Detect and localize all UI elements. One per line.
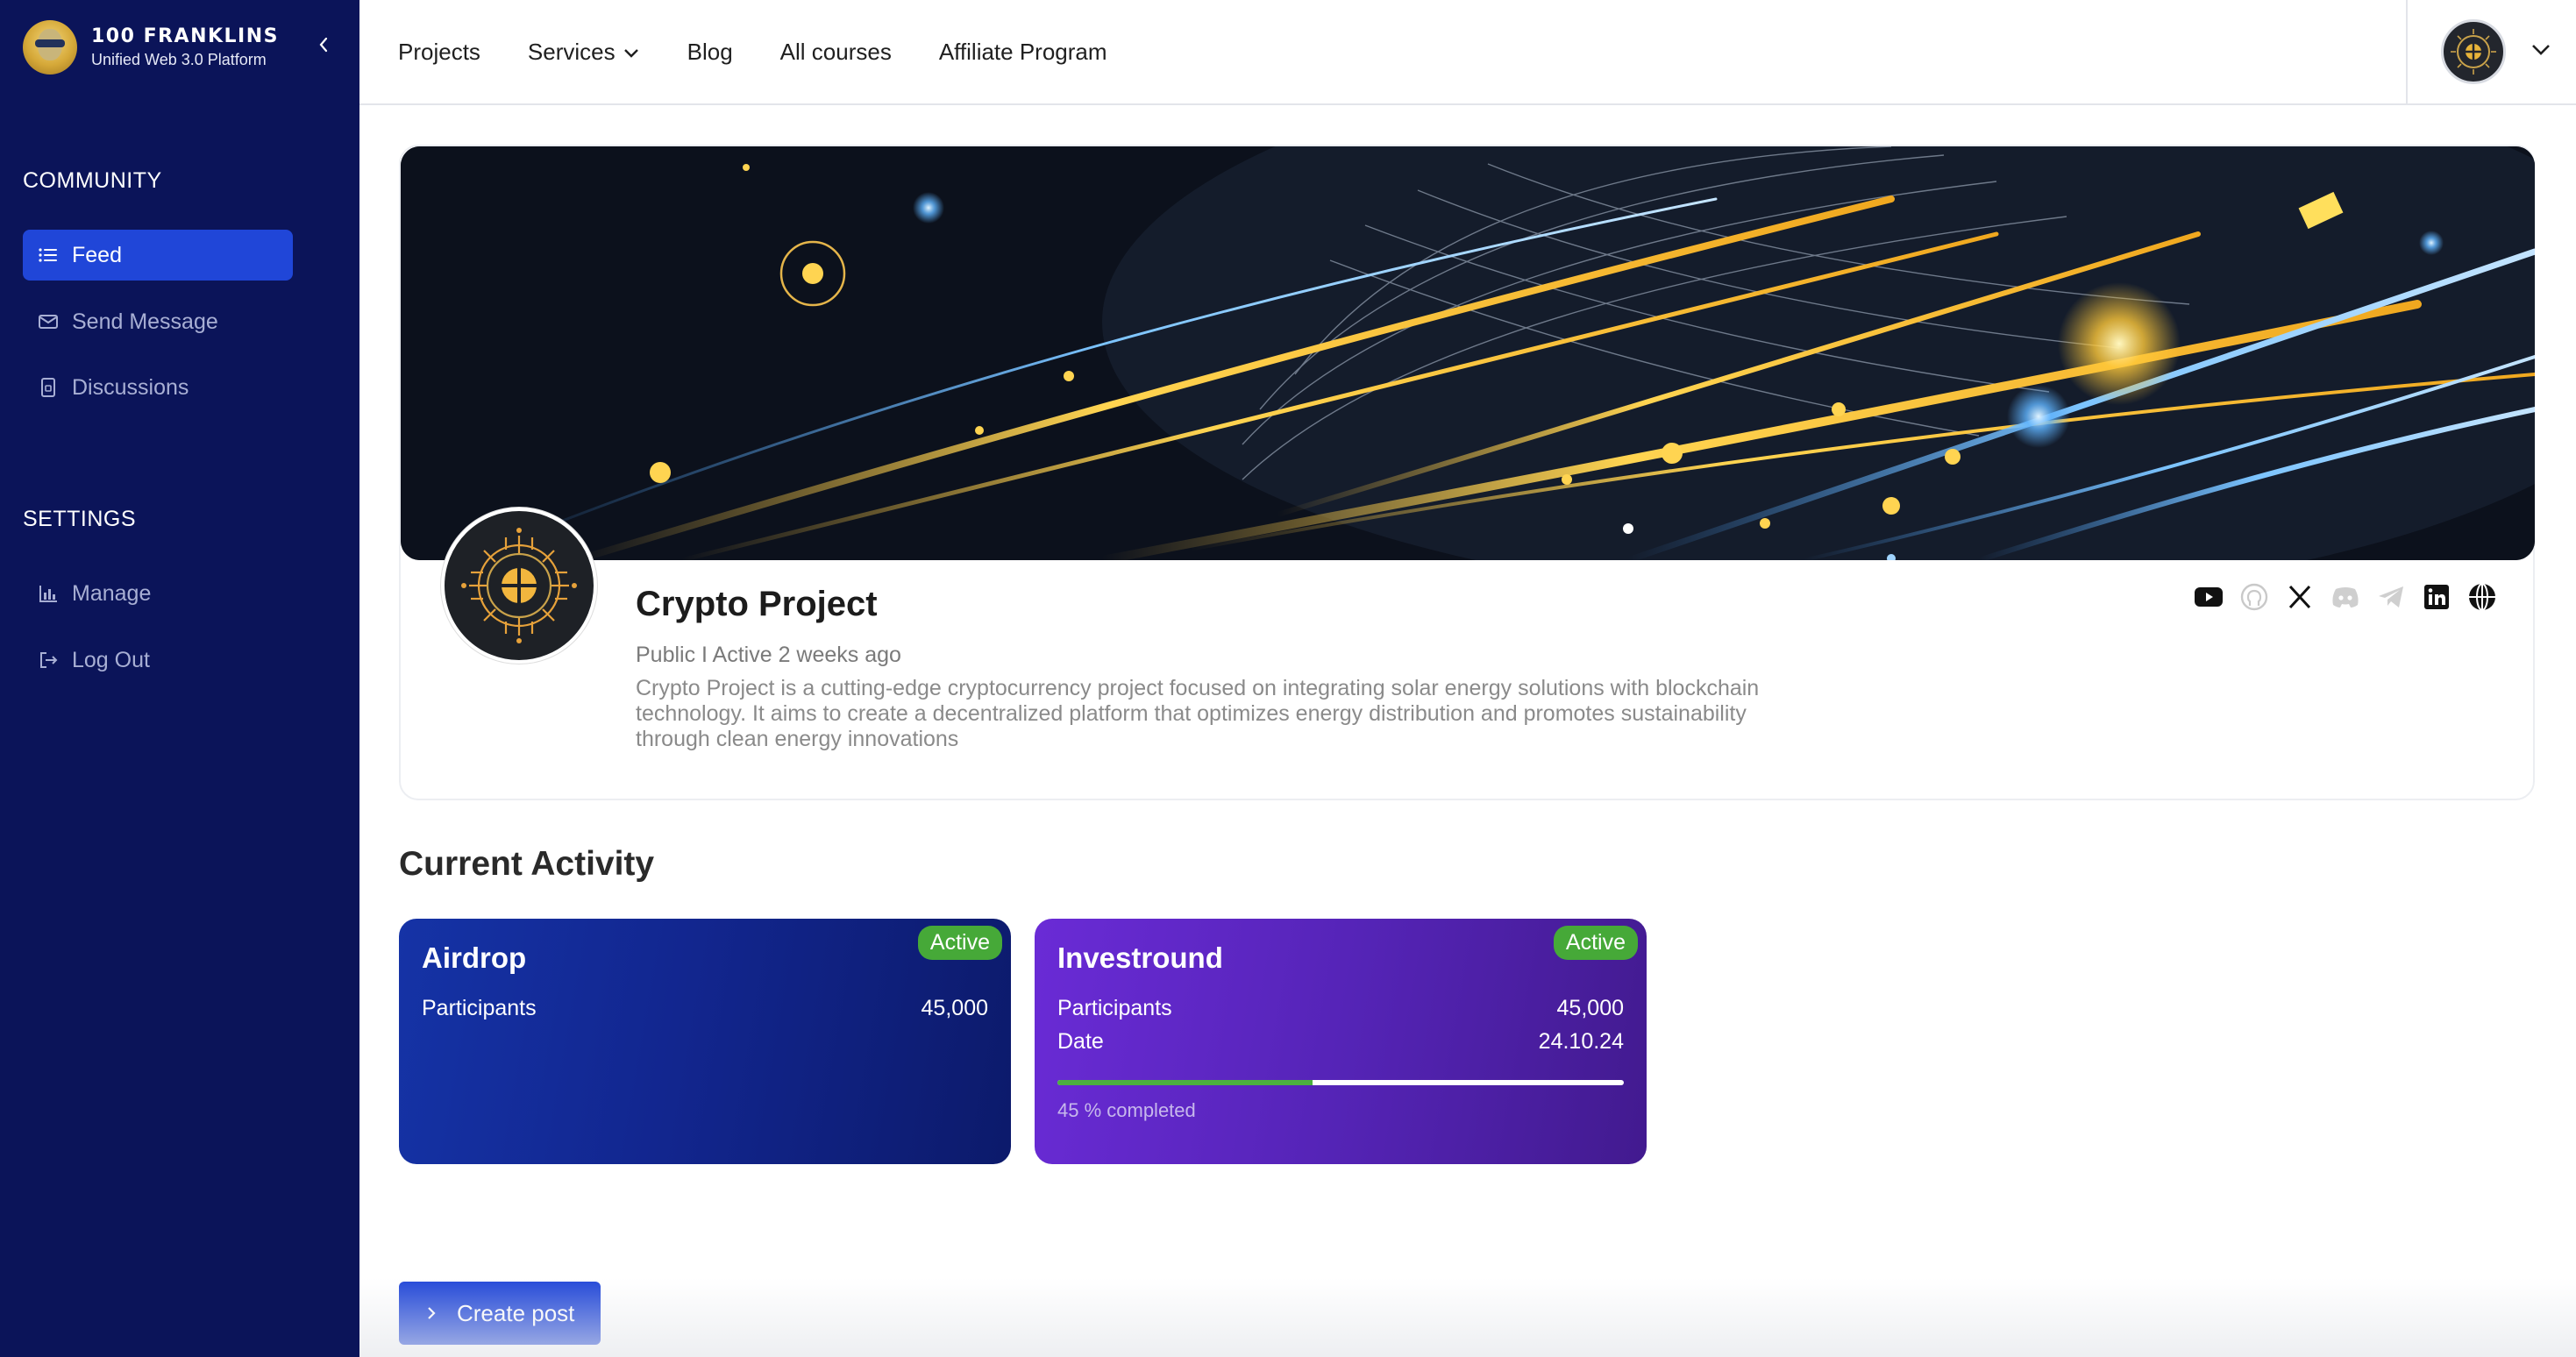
row-label: Date	[1057, 1029, 1104, 1054]
envelope-icon	[37, 310, 60, 333]
brand[interactable]: 100 FRANKLINS Unified Web 3.0 Platform	[23, 19, 279, 75]
sidebar-item-feed[interactable]: Feed	[23, 230, 293, 281]
activity-card-investround[interactable]: Investround Active Participants 45,000 D…	[1035, 919, 1647, 1164]
row-label: Participants	[1057, 996, 1172, 1020]
create-post-button[interactable]: Create post	[399, 1282, 601, 1345]
chevron-right-icon	[425, 1305, 438, 1321]
bottom-fade	[359, 1278, 2576, 1357]
sidebar-item-send-message[interactable]: Send Message	[23, 296, 293, 347]
chevron-down-icon	[2530, 43, 2551, 61]
globe-icon[interactable]	[2466, 581, 2498, 613]
sidebar-item-label: Send Message	[72, 309, 218, 334]
project-card: Crypto Project Public I Active 2 weeks a…	[399, 145, 2535, 800]
nav-projects[interactable]: Projects	[398, 39, 480, 66]
nav-blog[interactable]: Blog	[687, 39, 733, 66]
brand-title: 100 FRANKLINS	[91, 25, 279, 47]
row-label: Participants	[422, 996, 537, 1020]
activity-row: Participants 45,000	[1057, 996, 1624, 1021]
sidebar-item-label: Log Out	[72, 647, 150, 672]
community-section-title: COMMUNITY	[23, 168, 162, 193]
chevron-down-icon	[623, 39, 640, 66]
sidebar-item-label: Feed	[72, 242, 122, 267]
brand-subtitle: Unified Web 3.0 Platform	[91, 51, 267, 68]
sidebar-item-label: Discussions	[72, 374, 189, 400]
activity-name: Investround	[1057, 941, 1223, 974]
collapse-sidebar-button[interactable]	[312, 33, 335, 56]
activity-row: Participants 45,000	[422, 996, 988, 1021]
progress-fill	[1057, 1080, 1313, 1085]
list-icon	[37, 244, 60, 266]
row-value: 45,000	[1556, 996, 1624, 1020]
social-links	[2179, 581, 2498, 613]
logout-icon	[37, 649, 60, 671]
bar-chart-icon	[37, 582, 60, 605]
top-bar: Projects Services Blog All courses Affil…	[359, 0, 2576, 105]
discord-icon[interactable]	[2330, 581, 2361, 613]
linkedin-icon[interactable]	[2421, 581, 2452, 613]
profile-menu[interactable]	[2406, 0, 2576, 103]
row-value: 45,000	[921, 996, 988, 1020]
github-icon[interactable]	[2238, 581, 2270, 613]
nav-affiliate-program[interactable]: Affiliate Program	[939, 39, 1107, 66]
settings-section-title: SETTINGS	[23, 507, 137, 531]
sidebar: 100 FRANKLINS Unified Web 3.0 Platform C…	[0, 0, 359, 1357]
avatar	[2441, 19, 2506, 84]
main-content: Crypto Project Public I Active 2 weeks a…	[359, 105, 2576, 1357]
project-meta: Public I Active 2 weeks ago	[636, 643, 901, 667]
sidebar-item-discussions[interactable]: Discussions	[23, 362, 293, 413]
chevron-left-icon	[319, 37, 328, 53]
project-banner	[401, 146, 2535, 560]
progress-label: 45 % completed	[1057, 1099, 1196, 1121]
nav-all-courses[interactable]: All courses	[780, 39, 892, 66]
project-logo	[441, 508, 597, 664]
activity-card-airdrop[interactable]: Airdrop Active Participants 45,000	[399, 919, 1011, 1164]
create-post-label: Create post	[457, 1299, 575, 1326]
document-icon	[37, 376, 60, 399]
top-nav: Projects Services Blog All courses Affil…	[398, 0, 1155, 103]
sidebar-item-label: Manage	[72, 580, 152, 606]
activity-name: Airdrop	[422, 941, 527, 974]
youtube-icon[interactable]	[2193, 581, 2224, 613]
nav-services[interactable]: Services	[528, 39, 640, 66]
status-badge: Active	[1553, 926, 1638, 960]
activity-row: Date 24.10.24	[1057, 1029, 1624, 1055]
current-activity-title: Current Activity	[399, 845, 655, 883]
project-description: Crypto Project is a cutting-edge cryptoc…	[636, 676, 1760, 751]
sidebar-item-manage[interactable]: Manage	[23, 568, 293, 619]
project-name: Crypto Project	[636, 585, 878, 623]
nav-services-label: Services	[527, 38, 616, 65]
sidebar-item-log-out[interactable]: Log Out	[23, 635, 293, 686]
telegram-icon[interactable]	[2375, 581, 2407, 613]
x-icon[interactable]	[2284, 581, 2316, 613]
status-badge: Active	[917, 926, 1002, 960]
brand-logo	[23, 20, 77, 75]
progress-bar	[1057, 1080, 1624, 1085]
row-value: 24.10.24	[1538, 1029, 1624, 1054]
